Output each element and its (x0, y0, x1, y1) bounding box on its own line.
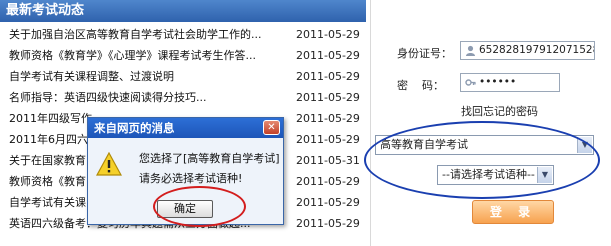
news-item-date: 2011-05-29 (296, 196, 360, 209)
exam-type-value: 高等教育自学考试 (380, 138, 468, 151)
login-panel: 身份证号： 652828197912071528 密 码： •••••• 找回忘… (370, 0, 611, 246)
news-header: 最新考试动态 (0, 0, 366, 22)
dialog-body: 您选择了[高等教育自学考试] 请务必选择考试语种! 确定 (88, 138, 283, 224)
password-value: •••••• (479, 76, 517, 88)
news-item[interactable]: 关于加强自治区高等教育自学考试社会助学工作的... 2011-05-29 (0, 24, 366, 45)
id-label: 身份证号： (397, 47, 452, 60)
id-number-field[interactable]: 652828197912071528 (460, 41, 595, 60)
news-item-date: 2011-05-29 (296, 175, 360, 188)
alert-dialog: 来自网页的消息 ✕ 您选择了[高等教育自学考试] 请务必选择考试语种! 确定 (87, 117, 284, 225)
news-item-date: 2011-05-29 (296, 112, 360, 125)
subject-value: --请选择考试语种-- (442, 168, 535, 181)
forgot-password-link[interactable]: 找回忘记的密码 (461, 103, 538, 119)
ok-button[interactable]: 确定 (157, 200, 213, 218)
user-icon (466, 45, 475, 56)
news-item-title[interactable]: 名师指导：英语四级快速阅读得分技巧... (9, 87, 287, 108)
news-item-date: 2011-05-31 (296, 154, 360, 167)
dialog-message-line2: 请务必选择考试语种! (139, 172, 243, 185)
key-icon (465, 79, 476, 86)
chevron-down-icon[interactable]: ▼ (577, 137, 592, 153)
news-item[interactable]: 自学考试有关课程调整、过渡说明 2011-05-29 (0, 66, 366, 87)
password-field[interactable]: •••••• (460, 73, 560, 92)
news-item-date: 2011-05-29 (296, 28, 360, 41)
news-item-title[interactable]: 自学考试有关课程调整、过渡说明 (9, 66, 287, 87)
close-icon[interactable]: ✕ (263, 120, 280, 135)
password-label: 密 码： (397, 79, 444, 92)
news-item-title[interactable]: 教师资格《教育学》《心理学》课程考试考生作答... (9, 45, 287, 66)
news-item[interactable]: 教师资格《教育学》《心理学》课程考试考生作答... 2011-05-29 (0, 45, 366, 66)
news-item-title[interactable]: 关于加强自治区高等教育自学考试社会助学工作的... (9, 24, 287, 45)
warning-icon (96, 152, 122, 176)
news-item-date: 2011-05-29 (296, 133, 360, 146)
dialog-message-line1: 您选择了[高等教育自学考试] (139, 152, 280, 165)
news-item-date: 2011-05-29 (296, 49, 360, 62)
chevron-down-icon[interactable]: ▼ (537, 167, 552, 183)
news-item[interactable]: 名师指导：英语四级快速阅读得分技巧... 2011-05-29 (0, 87, 366, 108)
exam-type-select[interactable]: 高等教育自学考试 ▼ (375, 135, 594, 155)
id-number-value: 652828197912071528 (479, 44, 595, 56)
dialog-title: 来自网页的消息 (88, 118, 283, 138)
news-item-date: 2011-05-29 (296, 217, 360, 230)
subject-select[interactable]: --请选择考试语种-- ▼ (437, 165, 554, 185)
news-item-date: 2011-05-29 (296, 91, 360, 104)
news-item-date: 2011-05-29 (296, 70, 360, 83)
login-button[interactable]: 登 录 (472, 200, 554, 224)
